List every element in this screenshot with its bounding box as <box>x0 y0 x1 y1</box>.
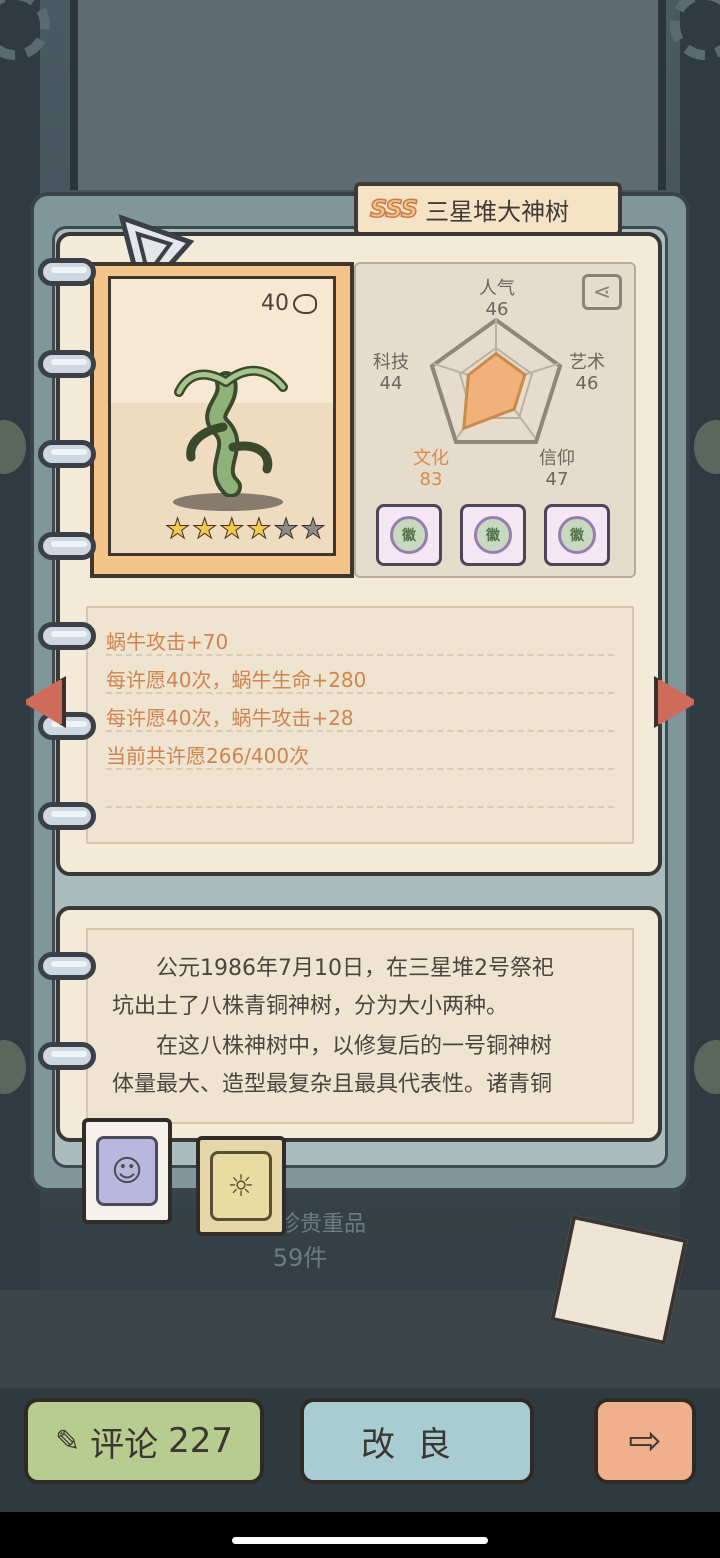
grade-badge: SSS <box>369 194 419 224</box>
badge-icon: 徽 <box>390 516 428 554</box>
effects-list: 蜗牛攻击+70 每许愿40次，蜗牛生命+280 每许愿40次，蜗牛攻击+28 当… <box>86 606 634 844</box>
item-title-tab: SSS 三星堆大神树 <box>354 182 622 236</box>
binder-ring <box>38 802 96 830</box>
stat-faith: 信仰 47 <box>522 448 592 490</box>
binder-ring <box>38 350 96 378</box>
card-image-area: 40 ★ ★ ★ ★ ★ ★ <box>108 276 336 556</box>
effect-line: 当前共许愿266/400次 <box>106 744 310 768</box>
stat-popularity: 人气 46 <box>462 278 532 320</box>
stat-art-label: 艺术 <box>569 352 605 373</box>
comment-label: 评论 <box>90 1424 159 1465</box>
stat-tech-value: 44 <box>379 373 403 394</box>
stat-faith-value: 47 <box>545 469 569 490</box>
stat-tech: 科技 44 <box>356 352 426 394</box>
quill-icon: ✎ <box>54 1423 81 1459</box>
stat-art-value: 46 <box>575 373 599 394</box>
comment-button[interactable]: ✎ 评论 227 <box>24 1398 264 1484</box>
level-value: 40 <box>261 291 289 316</box>
binder-ring <box>38 440 96 468</box>
arrow-right-icon: ⇨ <box>628 1418 662 1464</box>
comment-count: 227 <box>168 1421 234 1461</box>
next-button[interactable]: ⇨ <box>594 1398 696 1484</box>
tab-character[interactable]: ☺ <box>82 1118 172 1224</box>
description-line: 坑出土了八株青铜神树，分为大小两种。 <box>112 994 509 1019</box>
description-text[interactable]: 公元1986年7月10日，在三星堆2号祭祀 坑出土了八株青铜神树，分为大小两种。… <box>86 928 634 1124</box>
star-icon: ★ <box>164 512 191 545</box>
badge-slot[interactable]: 徽 <box>376 504 442 566</box>
star-icon: ★ <box>273 512 299 545</box>
snail-icon <box>293 293 317 314</box>
badge-icon: 徽 <box>474 516 512 554</box>
effect-line: 每许愿40次，蜗牛生命+280 <box>106 668 367 692</box>
binder-ring <box>38 952 96 980</box>
badge-icon: 徽 <box>558 516 596 554</box>
home-indicator <box>0 1512 720 1558</box>
binder-ring <box>38 532 96 560</box>
star-icon: ★ <box>246 512 272 545</box>
description-line: 公元1986年7月10日，在三星堆2号祭祀 <box>112 956 554 981</box>
star-rating: ★ ★ ★ ★ ★ ★ <box>164 512 326 545</box>
stats-radar-chart <box>429 317 563 444</box>
description-line: 在这八株神树中，以修复后的一号铜神树 <box>112 1034 553 1059</box>
stat-faith-label: 信仰 <box>539 448 575 469</box>
sun-face-icon: ☼ <box>210 1151 272 1221</box>
stat-popularity-value: 46 <box>485 299 509 320</box>
counter-value: 59件 <box>272 1244 328 1272</box>
description-line: 体量最大、造型最复杂且最具代表性。诸青铜 <box>112 1072 553 1097</box>
binder-ring <box>38 1042 96 1070</box>
binder-ring <box>38 258 96 286</box>
star-icon: ★ <box>192 512 218 545</box>
stat-art: 艺术 46 <box>552 352 622 394</box>
stat-culture-value: 83 <box>419 469 443 490</box>
share-icon[interactable]: ⋖ <box>582 274 622 310</box>
star-icon: ★ <box>300 512 326 545</box>
effect-line: 蜗牛攻击+70 <box>106 630 229 654</box>
binder-ring <box>38 622 96 650</box>
badge-slots: 徽 徽 徽 <box>376 504 610 566</box>
item-name: 三星堆大神树 <box>425 197 570 226</box>
tab-sun[interactable]: ☼ <box>196 1136 286 1236</box>
star-icon: ★ <box>219 512 245 545</box>
stat-popularity-label: 人气 <box>479 278 515 299</box>
badge-slot[interactable]: 徽 <box>460 504 526 566</box>
improve-button[interactable]: 改良 <box>300 1398 534 1484</box>
background-window <box>70 0 666 190</box>
stat-culture: 文化 83 <box>396 448 466 490</box>
stats-panel: ⋖ 人气 46 艺术 46 科技 44 文化 83 信仰 47 徽 徽 徽 <box>354 262 636 578</box>
character-icon: ☺ <box>96 1136 158 1206</box>
effect-line: 每许愿40次，蜗牛攻击+28 <box>106 706 354 730</box>
stat-tech-label: 科技 <box>373 352 409 373</box>
badge-slot[interactable]: 徽 <box>544 504 610 566</box>
item-level: 40 <box>261 291 317 316</box>
item-card[interactable]: 40 ★ ★ ★ ★ ★ ★ <box>90 262 354 578</box>
stat-culture-label: 文化 <box>413 448 449 469</box>
bronze-tree-icon <box>174 365 288 497</box>
